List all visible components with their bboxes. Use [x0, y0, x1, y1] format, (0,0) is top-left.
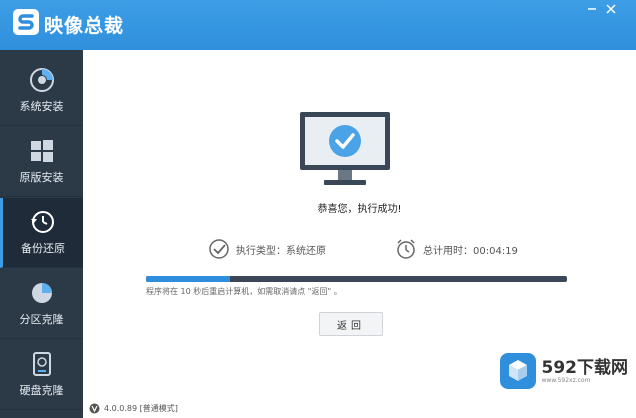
check-circle-icon — [209, 239, 229, 259]
watermark-name: 592下载网 — [541, 357, 629, 378]
pie-partition-icon — [31, 283, 52, 303]
monitor-success-icon — [300, 112, 390, 185]
sidebar-item-backup-restore[interactable]: 备份还原 — [0, 198, 83, 268]
time-used-row: 总计用时：00:04:19 — [395, 238, 518, 260]
watermark: 592下载网 www.592xz.com — [499, 352, 629, 390]
progress-fill — [146, 276, 231, 282]
alarm-clock-icon — [397, 239, 415, 259]
success-message: 恭喜您，执行成功! — [317, 204, 402, 215]
task-type: 执行类型：系统还原 — [236, 245, 326, 257]
windows-logo-icon — [30, 140, 53, 162]
task-type-row: 执行类型：系统还原 — [208, 238, 326, 260]
progress-bar — [146, 276, 567, 282]
time-used: 总计用时：00:04:19 — [423, 245, 518, 257]
app-title: 映像总裁 — [44, 15, 125, 37]
minimize-icon[interactable] — [586, 3, 598, 15]
title-bar: 映像总裁 — [0, 0, 636, 50]
sidebar-item-partition-clone[interactable]: 分区克隆 — [0, 269, 83, 339]
version-icon — [89, 403, 100, 413]
sidebar-item-system-install[interactable]: 系统安装 — [0, 56, 83, 126]
restart-notice: 程序将在 10 秒后重启计算机，如需取消请点 "返回" 。 — [146, 287, 342, 296]
version-text: 4.0.0.89 [普通模式] — [104, 403, 178, 413]
sidebar-item-label: 分区克隆 — [19, 313, 64, 326]
sidebar-item-label: 原版安装 — [19, 171, 64, 184]
sidebar: 系统安装 原版安装 备份还原 分区克隆 硬盘克隆 — [0, 50, 83, 418]
return-button[interactable]: 返回 — [319, 312, 383, 336]
hard-disk-icon — [32, 352, 51, 376]
sidebar-item-disk-clone[interactable]: 硬盘克隆 — [0, 340, 83, 410]
watermark-url: www.592xz.com — [541, 376, 591, 384]
app-logo-icon — [13, 9, 39, 35]
sidebar-item-original-install[interactable]: 原版安装 — [0, 127, 83, 197]
sidebar-item-label: 备份还原 — [21, 242, 65, 255]
backup-restore-icon — [31, 211, 54, 233]
close-icon[interactable] — [605, 3, 617, 15]
sidebar-item-label: 系统安装 — [19, 100, 64, 113]
watermark-logo-icon — [499, 353, 536, 389]
sidebar-item-label: 硬盘克隆 — [19, 384, 64, 397]
disk-install-icon — [29, 68, 54, 92]
status-bar: 4.0.0.89 [普通模式] — [83, 398, 636, 418]
